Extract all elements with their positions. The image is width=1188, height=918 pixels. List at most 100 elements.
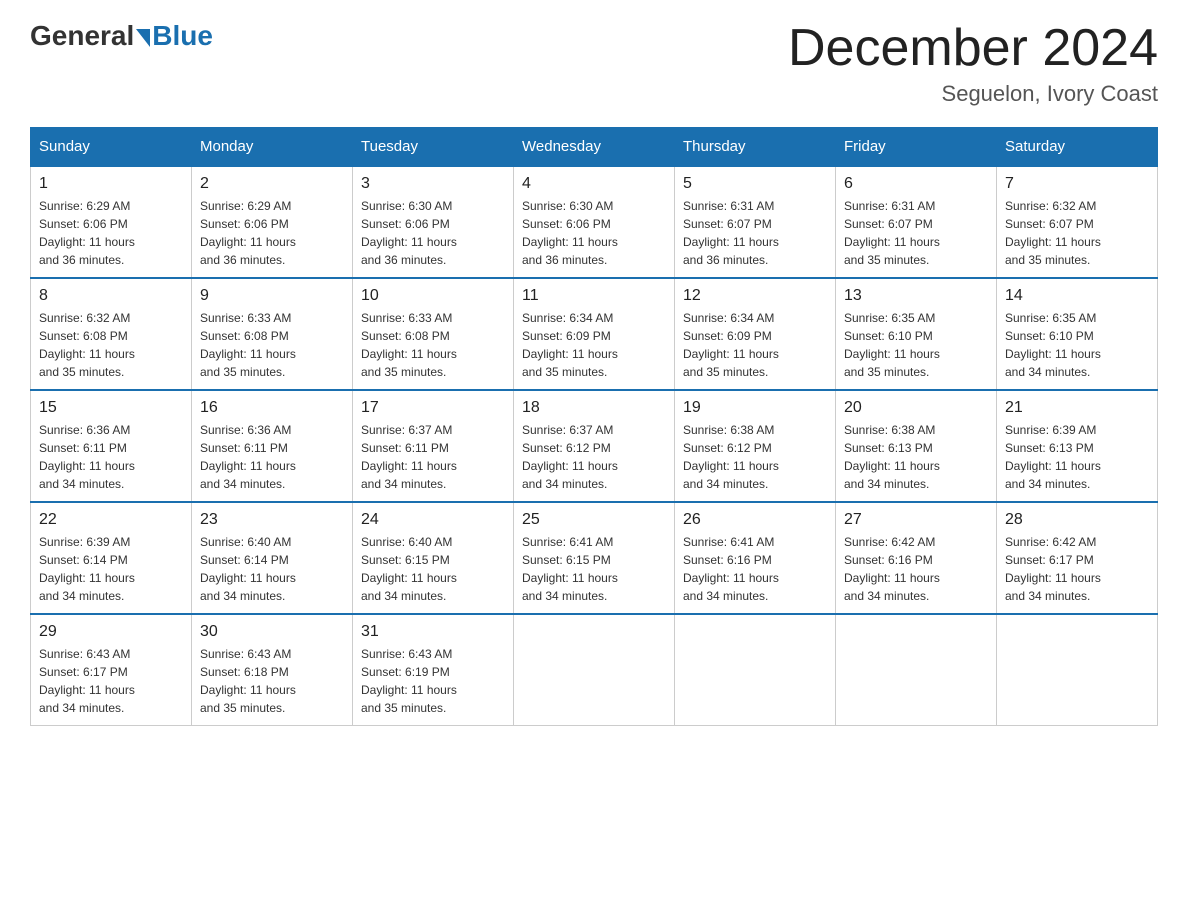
day-number: 5	[683, 175, 827, 193]
day-number: 15	[39, 399, 183, 417]
day-info: Sunrise: 6:30 AMSunset: 6:06 PMDaylight:…	[361, 197, 505, 269]
day-number: 11	[522, 287, 666, 305]
day-cell: 29 Sunrise: 6:43 AMSunset: 6:17 PMDayligh…	[31, 614, 192, 726]
day-info: Sunrise: 6:43 AMSunset: 6:19 PMDaylight:…	[361, 645, 505, 717]
day-number: 24	[361, 511, 505, 529]
week-row-1: 1 Sunrise: 6:29 AMSunset: 6:06 PMDaylight…	[31, 166, 1158, 278]
col-header-thursday: Thursday	[675, 128, 836, 167]
day-cell: 13 Sunrise: 6:35 AMSunset: 6:10 PMDayligh…	[836, 278, 997, 390]
day-cell: 4 Sunrise: 6:30 AMSunset: 6:06 PMDaylight…	[514, 166, 675, 278]
day-cell: 31 Sunrise: 6:43 AMSunset: 6:19 PMDayligh…	[353, 614, 514, 726]
day-cell: 9 Sunrise: 6:33 AMSunset: 6:08 PMDaylight…	[192, 278, 353, 390]
day-cell: 18 Sunrise: 6:37 AMSunset: 6:12 PMDayligh…	[514, 390, 675, 502]
day-cell: 11 Sunrise: 6:34 AMSunset: 6:09 PMDayligh…	[514, 278, 675, 390]
day-number: 1	[39, 175, 183, 193]
day-cell: 15 Sunrise: 6:36 AMSunset: 6:11 PMDayligh…	[31, 390, 192, 502]
day-info: Sunrise: 6:39 AMSunset: 6:13 PMDaylight:…	[1005, 421, 1149, 493]
day-cell: 28 Sunrise: 6:42 AMSunset: 6:17 PMDayligh…	[997, 502, 1158, 614]
title-area: December 2024 Seguelon, Ivory Coast	[788, 20, 1158, 107]
day-cell: 21 Sunrise: 6:39 AMSunset: 6:13 PMDayligh…	[997, 390, 1158, 502]
col-header-saturday: Saturday	[997, 128, 1158, 167]
day-number: 18	[522, 399, 666, 417]
logo-general-text: General	[30, 20, 134, 52]
day-cell: 26 Sunrise: 6:41 AMSunset: 6:16 PMDayligh…	[675, 502, 836, 614]
day-info: Sunrise: 6:43 AMSunset: 6:18 PMDaylight:…	[200, 645, 344, 717]
col-header-monday: Monday	[192, 128, 353, 167]
day-info: Sunrise: 6:40 AMSunset: 6:15 PMDaylight:…	[361, 533, 505, 605]
day-info: Sunrise: 6:33 AMSunset: 6:08 PMDaylight:…	[200, 309, 344, 381]
day-number: 20	[844, 399, 988, 417]
day-cell: 30 Sunrise: 6:43 AMSunset: 6:18 PMDayligh…	[192, 614, 353, 726]
day-info: Sunrise: 6:42 AMSunset: 6:17 PMDaylight:…	[1005, 533, 1149, 605]
day-cell: 6 Sunrise: 6:31 AMSunset: 6:07 PMDaylight…	[836, 166, 997, 278]
day-cell	[836, 614, 997, 726]
day-info: Sunrise: 6:35 AMSunset: 6:10 PMDaylight:…	[1005, 309, 1149, 381]
day-number: 8	[39, 287, 183, 305]
day-info: Sunrise: 6:34 AMSunset: 6:09 PMDaylight:…	[522, 309, 666, 381]
calendar-table: SundayMondayTuesdayWednesdayThursdayFrid…	[30, 127, 1158, 726]
logo: General Blue	[30, 20, 213, 52]
day-info: Sunrise: 6:40 AMSunset: 6:14 PMDaylight:…	[200, 533, 344, 605]
day-number: 31	[361, 623, 505, 641]
day-number: 23	[200, 511, 344, 529]
day-number: 16	[200, 399, 344, 417]
day-number: 28	[1005, 511, 1149, 529]
day-number: 2	[200, 175, 344, 193]
day-cell: 27Sunrise: 6:42 AMSunset: 6:16 PMDayligh…	[836, 502, 997, 614]
day-number: 30	[200, 623, 344, 641]
day-info: Sunrise: 6:39 AMSunset: 6:14 PMDaylight:…	[39, 533, 183, 605]
day-number: 3	[361, 175, 505, 193]
day-number: 10	[361, 287, 505, 305]
day-cell: 14 Sunrise: 6:35 AMSunset: 6:10 PMDayligh…	[997, 278, 1158, 390]
day-cell: 25Sunrise: 6:41 AMSunset: 6:15 PMDayligh…	[514, 502, 675, 614]
month-title: December 2024	[788, 20, 1158, 77]
day-number: 29	[39, 623, 183, 641]
day-number: 26	[683, 511, 827, 529]
logo-blue-text: Blue	[152, 20, 213, 52]
day-cell: 19 Sunrise: 6:38 AMSunset: 6:12 PMDayligh…	[675, 390, 836, 502]
col-header-tuesday: Tuesday	[353, 128, 514, 167]
day-info: Sunrise: 6:33 AMSunset: 6:08 PMDaylight:…	[361, 309, 505, 381]
day-cell: 23 Sunrise: 6:40 AMSunset: 6:14 PMDayligh…	[192, 502, 353, 614]
col-header-sunday: Sunday	[31, 128, 192, 167]
day-info: Sunrise: 6:42 AMSunset: 6:16 PMDaylight:…	[844, 533, 988, 605]
day-cell: 12Sunrise: 6:34 AMSunset: 6:09 PMDayligh…	[675, 278, 836, 390]
week-row-2: 8 Sunrise: 6:32 AMSunset: 6:08 PMDaylight…	[31, 278, 1158, 390]
day-info: Sunrise: 6:43 AMSunset: 6:17 PMDaylight:…	[39, 645, 183, 717]
day-info: Sunrise: 6:37 AMSunset: 6:12 PMDaylight:…	[522, 421, 666, 493]
logo-triangle-icon	[136, 29, 150, 47]
day-cell: 20 Sunrise: 6:38 AMSunset: 6:13 PMDayligh…	[836, 390, 997, 502]
day-cell: 2 Sunrise: 6:29 AMSunset: 6:06 PMDaylight…	[192, 166, 353, 278]
day-info: Sunrise: 6:31 AMSunset: 6:07 PMDaylight:…	[844, 197, 988, 269]
day-info: Sunrise: 6:31 AMSunset: 6:07 PMDaylight:…	[683, 197, 827, 269]
day-cell: 1Sunrise: 6:29 AMSunset: 6:06 PMDaylight…	[31, 166, 192, 278]
day-cell: 8 Sunrise: 6:32 AMSunset: 6:08 PMDaylight…	[31, 278, 192, 390]
day-number: 12	[683, 287, 827, 305]
day-number: 4	[522, 175, 666, 193]
day-number: 6	[844, 175, 988, 193]
day-cell	[997, 614, 1158, 726]
day-number: 14	[1005, 287, 1149, 305]
day-cell: 7Sunrise: 6:32 AMSunset: 6:07 PMDaylight…	[997, 166, 1158, 278]
week-row-4: 22Sunrise: 6:39 AMSunset: 6:14 PMDayligh…	[31, 502, 1158, 614]
day-info: Sunrise: 6:32 AMSunset: 6:08 PMDaylight:…	[39, 309, 183, 381]
day-cell	[675, 614, 836, 726]
day-number: 19	[683, 399, 827, 417]
day-number: 9	[200, 287, 344, 305]
day-info: Sunrise: 6:36 AMSunset: 6:11 PMDaylight:…	[39, 421, 183, 493]
week-row-5: 29 Sunrise: 6:43 AMSunset: 6:17 PMDayligh…	[31, 614, 1158, 726]
col-header-wednesday: Wednesday	[514, 128, 675, 167]
day-info: Sunrise: 6:29 AMSunset: 6:06 PMDaylight:…	[200, 197, 344, 269]
day-info: Sunrise: 6:35 AMSunset: 6:10 PMDaylight:…	[844, 309, 988, 381]
day-cell: 22Sunrise: 6:39 AMSunset: 6:14 PMDayligh…	[31, 502, 192, 614]
day-cell: 3 Sunrise: 6:30 AMSunset: 6:06 PMDaylight…	[353, 166, 514, 278]
day-number: 13	[844, 287, 988, 305]
day-number: 21	[1005, 399, 1149, 417]
day-info: Sunrise: 6:38 AMSunset: 6:12 PMDaylight:…	[683, 421, 827, 493]
day-cell: 16Sunrise: 6:36 AMSunset: 6:11 PMDayligh…	[192, 390, 353, 502]
location-title: Seguelon, Ivory Coast	[788, 81, 1158, 107]
day-info: Sunrise: 6:38 AMSunset: 6:13 PMDaylight:…	[844, 421, 988, 493]
day-info: Sunrise: 6:32 AMSunset: 6:07 PMDaylight:…	[1005, 197, 1149, 269]
day-info: Sunrise: 6:41 AMSunset: 6:16 PMDaylight:…	[683, 533, 827, 605]
day-info: Sunrise: 6:30 AMSunset: 6:06 PMDaylight:…	[522, 197, 666, 269]
